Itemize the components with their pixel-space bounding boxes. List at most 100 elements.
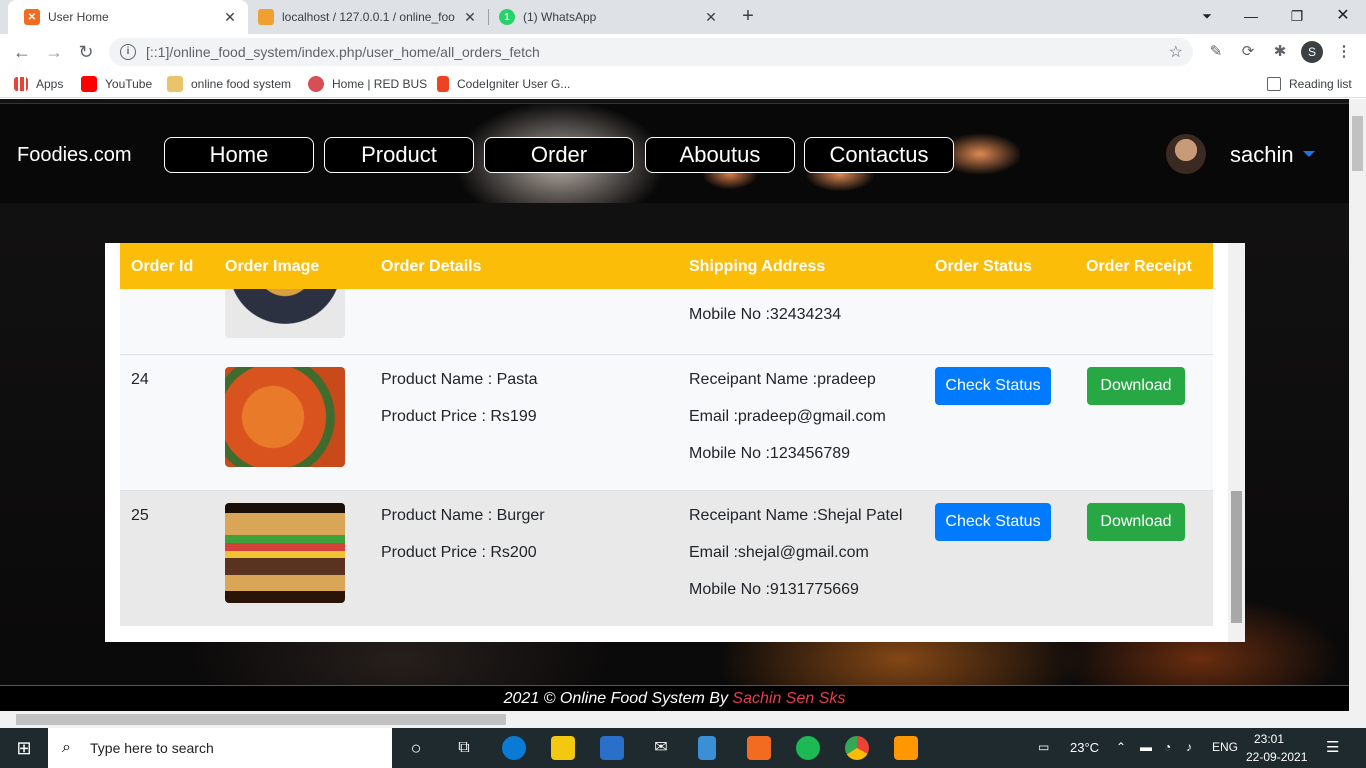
burger-image	[225, 503, 345, 603]
mail-icon[interactable]: ✉	[649, 736, 673, 760]
page-vertical-scrollbar[interactable]	[1349, 99, 1366, 711]
forward-button[interactable]: →	[42, 40, 66, 64]
windows-start-icon[interactable]: ⊞	[12, 736, 36, 760]
user-name[interactable]: sachin	[1230, 142, 1294, 168]
nav-aboutus-button[interactable]: Aboutus	[645, 137, 795, 173]
product-price: Product Price : Rs200	[381, 544, 537, 561]
eyedropper-extension-icon[interactable]: ✎	[1206, 42, 1226, 62]
col-order-status: Order Status	[935, 258, 1032, 275]
clock-date[interactable]: 22-09-2021	[1246, 750, 1307, 764]
reading-list-icon	[1267, 77, 1281, 91]
whatsapp-favicon-icon: 1	[499, 9, 515, 25]
chevron-up-icon[interactable]: ⌃	[1116, 740, 1126, 754]
table-header: Order Id Order Image Order Details Shipp…	[120, 243, 1213, 289]
profile-avatar[interactable]: S	[1301, 41, 1323, 63]
recipient-mobile: Mobile No :123456789	[689, 445, 851, 462]
sublime-text-icon[interactable]	[894, 736, 918, 760]
nav-home-button[interactable]: Home	[164, 137, 314, 173]
menu-kebab-icon[interactable]: ⋮	[1334, 42, 1354, 62]
tab-phpmyadmin[interactable]: localhost / 127.0.0.1 / online_foo ✕	[248, 0, 488, 34]
sync-extension-icon[interactable]: ⟳	[1238, 42, 1258, 62]
site-info-icon[interactable]: i	[120, 44, 136, 60]
url-text: [::1]/online_food_system/index.php/user_…	[146, 44, 540, 60]
page-scrollbar-thumb[interactable]	[1352, 116, 1363, 171]
xampp-icon[interactable]	[747, 736, 771, 760]
restore-button[interactable]: ❐	[1282, 4, 1312, 28]
recipient-name: Receipant Name :Shejal Patel	[689, 507, 903, 524]
redbus-icon	[308, 76, 324, 92]
file-explorer-icon[interactable]	[551, 736, 575, 760]
bookmark-label: Apps	[36, 77, 64, 91]
bookmark-codeigniter[interactable]: CodeIgniter User G...	[437, 75, 570, 93]
nav-order-button[interactable]: Order	[484, 137, 634, 173]
back-button[interactable]: ←	[10, 40, 34, 64]
notifications-icon[interactable]: ☰	[1326, 738, 1339, 756]
microsoft-store-icon[interactable]	[600, 736, 624, 760]
bookmark-apps[interactable]: Apps	[14, 75, 63, 93]
col-shipping-address: Shipping Address	[689, 258, 826, 275]
close-tab-icon[interactable]: ✕	[222, 9, 238, 25]
site-header: Foodies.com Home Product Order Aboutus C…	[0, 103, 1349, 203]
bookmark-youtube[interactable]: YouTube	[81, 75, 152, 93]
web-page: Foodies.com Home Product Order Aboutus C…	[0, 99, 1349, 711]
puzzle-extensions-icon[interactable]: ✱	[1270, 42, 1290, 62]
chrome-icon[interactable]	[845, 736, 869, 760]
phpmyadmin-favicon-icon	[258, 9, 274, 25]
page-horizontal-scrollbar[interactable]	[0, 711, 1366, 728]
edge-browser-icon[interactable]	[502, 736, 526, 760]
nav-contactus-button[interactable]: Contactus	[804, 137, 954, 173]
cortana-icon[interactable]: ○	[404, 736, 428, 760]
download-receipt-button[interactable]: Download	[1087, 503, 1185, 541]
volume-icon[interactable]: ♪	[1186, 740, 1192, 754]
search-icon: ⌕	[62, 739, 71, 756]
spotify-icon[interactable]	[796, 736, 820, 760]
user-avatar[interactable]	[1166, 134, 1206, 174]
temperature[interactable]: 23°C	[1070, 740, 1099, 755]
col-order-image: Order Image	[225, 258, 320, 275]
youtube-icon	[81, 76, 97, 92]
taskbar-search-box[interactable]: ⌕ Type here to search	[48, 728, 392, 768]
minimize-button[interactable]: —	[1236, 4, 1266, 28]
phone-link-icon[interactable]	[698, 736, 716, 760]
wifi-icon[interactable]: ◔	[1164, 740, 1171, 754]
page-hscrollbar-thumb[interactable]	[16, 714, 506, 725]
user-dropdown-caret-icon[interactable]	[1303, 151, 1315, 157]
bookmarks-bar: Apps YouTube online food system Home | R…	[0, 70, 1366, 98]
check-status-button[interactable]: Check Status	[935, 503, 1051, 541]
tab-whatsapp[interactable]: 1 (1) WhatsApp ✕	[489, 0, 729, 34]
reading-list-button[interactable]: Reading list	[1267, 75, 1352, 93]
site-brand[interactable]: Foodies.com	[17, 144, 132, 167]
reading-list-label: Reading list	[1289, 77, 1352, 91]
battery-icon[interactable]: ▬	[1140, 740, 1152, 754]
nav-product-button[interactable]: Product	[324, 137, 474, 173]
tab-title: (1) WhatsApp	[523, 10, 597, 24]
tab-user-home[interactable]: ✕ User Home ✕	[8, 0, 248, 34]
tab-title: User Home	[48, 10, 109, 24]
table-scrollbar-thumb[interactable]	[1231, 491, 1242, 623]
address-bar[interactable]: i [::1]/online_food_system/index.php/use…	[109, 38, 1193, 66]
pasta-image	[225, 367, 345, 467]
shipping-mobile: Mobile No :32434234	[689, 306, 842, 323]
weather-icon[interactable]: ▭	[1038, 740, 1049, 754]
col-order-details: Order Details	[381, 258, 482, 275]
check-status-button[interactable]: Check Status	[935, 367, 1051, 405]
col-order-id: Order Id	[131, 258, 194, 275]
product-name: Product Name : Burger	[381, 507, 545, 524]
bookmark-star-icon[interactable]: ☆	[1169, 42, 1183, 62]
reload-button[interactable]: ↻	[74, 40, 98, 64]
search-placeholder: Type here to search	[90, 740, 214, 756]
close-window-button[interactable]: ✕	[1328, 4, 1358, 28]
recipient-mobile: Mobile No :9131775669	[689, 581, 859, 598]
bookmark-online-food-system[interactable]: online food system	[167, 75, 291, 93]
close-tab-icon[interactable]: ✕	[462, 9, 478, 25]
windows-taskbar: ⊞ ⌕ Type here to search ○ ⧉ ✉ ▭ 23°C ⌃ ▬…	[0, 728, 1366, 768]
bookmark-redbus[interactable]: Home | RED BUS	[308, 75, 427, 93]
download-receipt-button[interactable]: Download	[1087, 367, 1185, 405]
close-tab-icon[interactable]: ✕	[703, 9, 719, 25]
language-indicator[interactable]: ENG	[1212, 740, 1238, 754]
footer-text: 2021 © Online Food System By	[503, 690, 728, 707]
clock-time[interactable]: 23:01	[1254, 732, 1284, 746]
tab-search-icon[interactable]: ⏷	[1192, 4, 1222, 28]
task-view-icon[interactable]: ⧉	[452, 736, 476, 760]
new-tab-button[interactable]: +	[737, 5, 759, 27]
